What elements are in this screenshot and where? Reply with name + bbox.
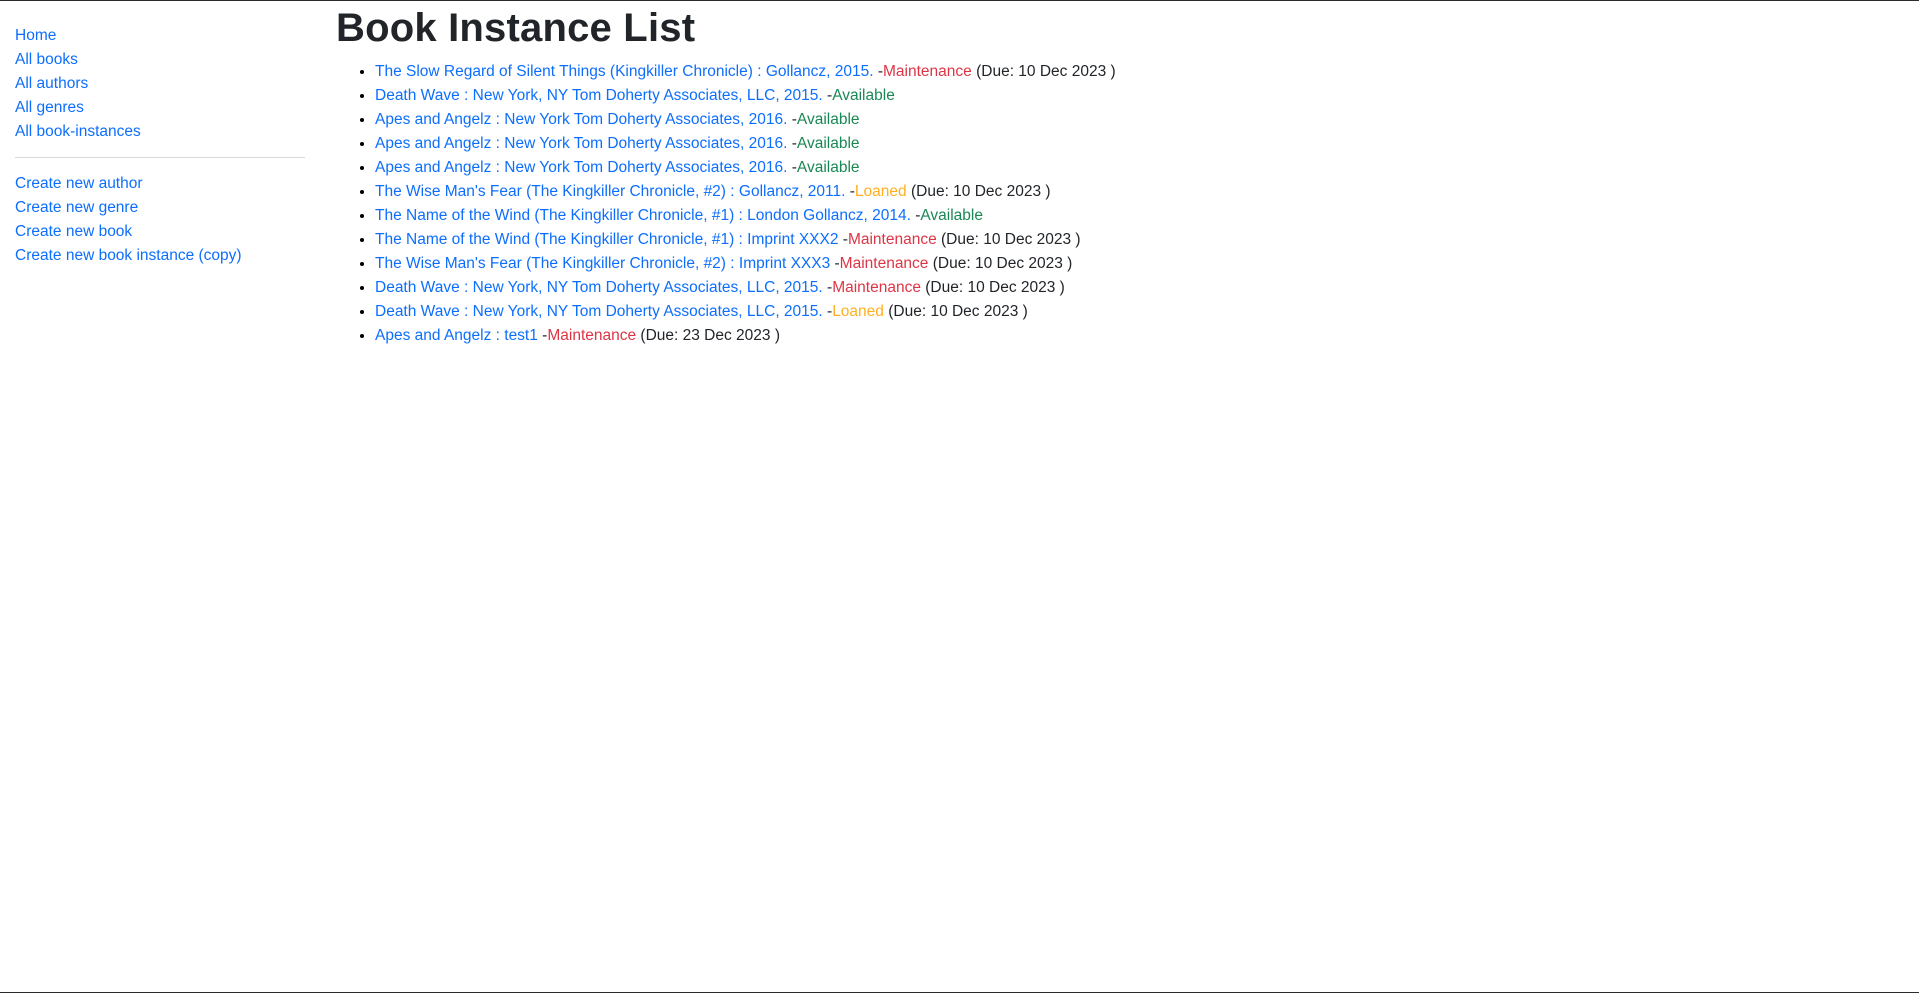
list-item: Death Wave : New York, NY Tom Doherty As…	[375, 84, 1836, 108]
status-badge: Maintenance	[883, 63, 972, 80]
status-badge: Maintenance	[847, 231, 937, 248]
create-book-instance-link[interactable]: Create new book instance (copy)	[15, 247, 242, 264]
list-item: Apes and Angelz : New York Tom Doherty A…	[375, 132, 1836, 156]
due-date: (Due: 23 Dec 2023 )	[640, 327, 780, 344]
all-book-instances-link[interactable]: All book-instances	[15, 123, 141, 140]
book-instance-link[interactable]: The Wise Man's Fear (The Kingkiller Chro…	[375, 183, 845, 200]
create-author-link[interactable]: Create new author	[15, 175, 143, 192]
status-badge: Available	[920, 207, 983, 224]
sidebar-item-all-authors: All authors	[15, 72, 305, 96]
page-frame: Home All books All authors All genres Al…	[0, 0, 1919, 993]
sidebar-item-all-book-instances: All book-instances	[15, 120, 305, 144]
sidebar-create-links: Create new author Create new genre Creat…	[15, 172, 305, 268]
sidebar-nav: Home All books All authors All genres Al…	[15, 24, 305, 268]
status-badge: Maintenance	[832, 279, 921, 296]
book-instance-link[interactable]: Apes and Angelz : New York Tom Doherty A…	[375, 111, 787, 128]
due-date: (Due: 10 Dec 2023 )	[925, 279, 1065, 296]
due-date: (Due: 10 Dec 2023 )	[976, 63, 1116, 80]
list-item: Apes and Angelz : New York Tom Doherty A…	[375, 156, 1836, 180]
status-badge: Available	[796, 135, 860, 152]
status-badge: Loaned	[832, 303, 884, 320]
list-item: The Name of the Wind (The Kingkiller Chr…	[375, 228, 1836, 252]
create-book-link[interactable]: Create new book	[15, 223, 132, 240]
create-genre-link[interactable]: Create new genre	[15, 199, 138, 216]
home-link[interactable]: Home	[15, 27, 56, 44]
main-content: Book Instance List The Slow Regard of Si…	[336, 1, 1836, 348]
status-badge: Maintenance	[547, 327, 637, 344]
sidebar-primary-links: Home All books All authors All genres Al…	[15, 24, 305, 144]
book-instance-link[interactable]: Death Wave : New York, NY Tom Doherty As…	[375, 87, 823, 104]
book-instance-link[interactable]: Death Wave : New York, NY Tom Doherty As…	[375, 279, 823, 296]
list-item: The Wise Man's Fear (The Kingkiller Chro…	[375, 252, 1836, 276]
due-date: (Due: 10 Dec 2023 )	[932, 255, 1073, 272]
book-instance-link[interactable]: The Slow Regard of Silent Things (Kingki…	[375, 63, 874, 80]
sidebar-item-create-author: Create new author	[15, 172, 305, 196]
status-badge: Available	[796, 111, 860, 128]
sidebar-item-create-book: Create new book	[15, 220, 305, 244]
list-item: Apes and Angelz : test1 -Maintenance (Du…	[375, 324, 1836, 348]
book-instance-link[interactable]: Death Wave : New York, NY Tom Doherty As…	[375, 303, 823, 320]
list-item: Apes and Angelz : New York Tom Doherty A…	[375, 108, 1836, 132]
due-date: (Due: 10 Dec 2023 )	[888, 303, 1028, 320]
sidebar-item-create-book-instance: Create new book instance (copy)	[15, 244, 305, 268]
book-instance-link[interactable]: The Name of the Wind (The Kingkiller Chr…	[375, 231, 838, 248]
all-authors-link[interactable]: All authors	[15, 75, 88, 92]
book-instance-link[interactable]: Apes and Angelz : New York Tom Doherty A…	[375, 135, 787, 152]
list-item: Death Wave : New York, NY Tom Doherty As…	[375, 276, 1836, 300]
sidebar-item-create-genre: Create new genre	[15, 196, 305, 220]
page-title: Book Instance List	[336, 6, 696, 50]
list-item: The Wise Man's Fear (The Kingkiller Chro…	[375, 180, 1836, 204]
list-item: The Name of the Wind (The Kingkiller Chr…	[375, 204, 1836, 228]
list-item: The Slow Regard of Silent Things (Kingki…	[375, 60, 1836, 84]
sidebar-divider	[15, 157, 305, 158]
all-books-link[interactable]: All books	[15, 51, 78, 68]
due-date: (Due: 10 Dec 2023 )	[941, 231, 1081, 248]
all-genres-link[interactable]: All genres	[15, 99, 84, 116]
book-instance-link[interactable]: The Name of the Wind (The Kingkiller Chr…	[375, 207, 911, 224]
sidebar-item-all-genres: All genres	[15, 96, 305, 120]
book-instance-link[interactable]: Apes and Angelz : New York Tom Doherty A…	[375, 159, 787, 176]
sidebar-item-all-books: All books	[15, 48, 305, 72]
status-badge: Available	[832, 87, 895, 104]
sidebar-item-home: Home	[15, 24, 305, 48]
status-badge: Maintenance	[839, 255, 929, 272]
book-instance-link[interactable]: The Wise Man's Fear (The Kingkiller Chro…	[375, 255, 830, 272]
list-item: Death Wave : New York, NY Tom Doherty As…	[375, 300, 1836, 324]
book-instance-list: The Slow Regard of Silent Things (Kingki…	[336, 60, 1836, 348]
book-instance-link[interactable]: Apes and Angelz : test1	[375, 327, 538, 344]
due-date: (Due: 10 Dec 2023 )	[910, 183, 1051, 200]
status-badge: Available	[796, 159, 860, 176]
status-badge: Loaned	[854, 183, 907, 200]
